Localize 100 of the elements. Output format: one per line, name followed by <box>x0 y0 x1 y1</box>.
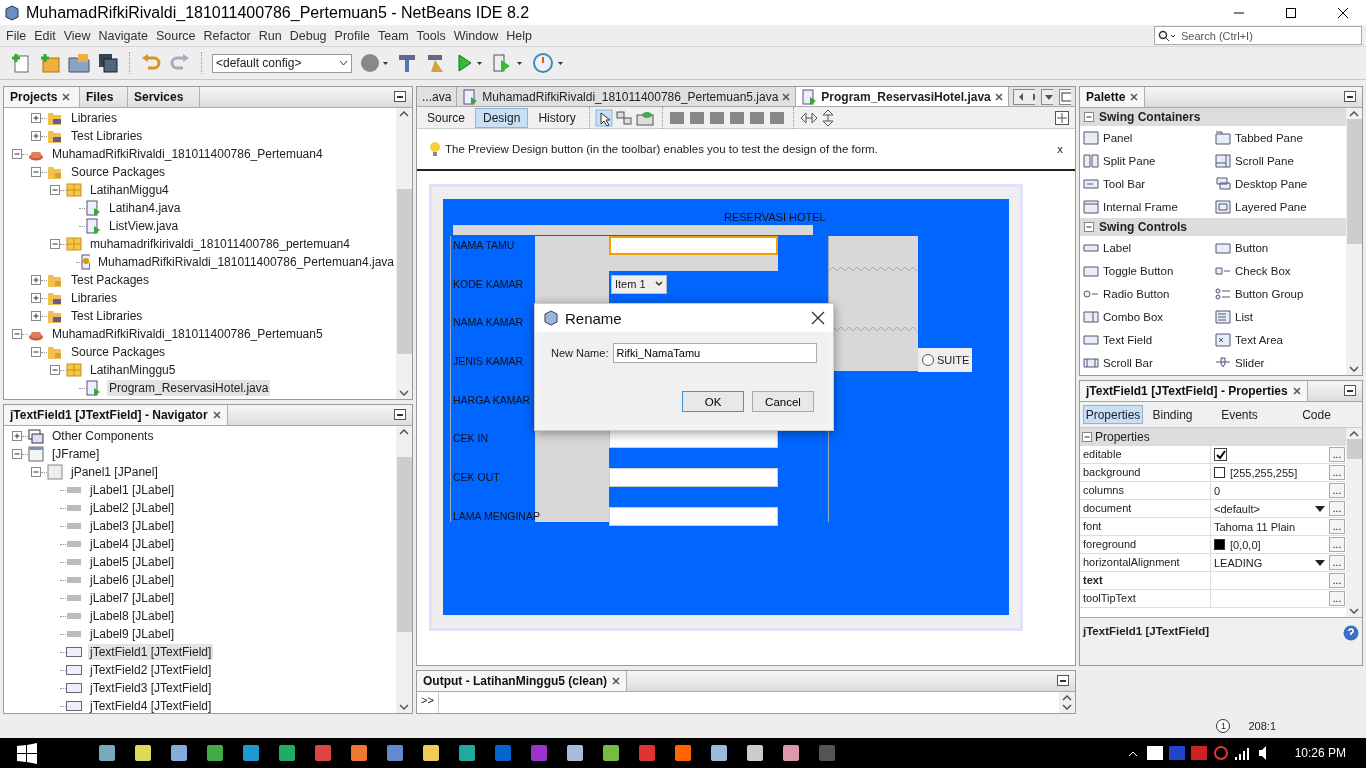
tree-item[interactable]: MuhamadRifkiRivaldi_181011400786_Pertemuan4 <box>50 146 325 162</box>
palette-item[interactable]: Label <box>1083 236 1215 259</box>
close-icon[interactable] <box>782 92 791 101</box>
collapse-icon[interactable] <box>12 449 22 459</box>
tree-item[interactable]: Test Libraries <box>69 308 145 324</box>
taskbar-app-icon[interactable] <box>98 744 116 762</box>
grid-icon[interactable] <box>1055 110 1069 125</box>
palette-item[interactable]: Layered Pane <box>1215 195 1345 218</box>
tree-item[interactable]: jLabel2 [JLabel] <box>88 500 177 516</box>
ellipsis-button[interactable]: ... <box>1329 573 1345 588</box>
tree-item[interactable]: LatihanMiggu4 <box>88 182 171 198</box>
tree-item[interactable]: jPanel1 [JPanel] <box>69 464 160 480</box>
expand-icon[interactable] <box>12 431 22 441</box>
hint-close[interactable]: x <box>1057 143 1063 155</box>
property-value[interactable]: <default> <box>1211 500 1328 517</box>
properties-tab[interactable]: Events <box>1202 405 1277 424</box>
tree-item[interactable]: Source Packages <box>69 164 168 180</box>
text-field[interactable] <box>609 236 778 255</box>
panel-tab[interactable]: Projects <box>4 87 80 107</box>
resize-vertical-icon[interactable] <box>820 108 835 127</box>
palette-item[interactable]: Text Field <box>1083 328 1215 351</box>
palette-item[interactable]: Tool Bar <box>1083 172 1215 195</box>
palette-item[interactable]: Button Group <box>1215 282 1345 305</box>
connection-mode-icon[interactable] <box>614 108 633 127</box>
panel-tab[interactable]: Files <box>80 87 128 107</box>
properties-tab[interactable]: Properties <box>1083 405 1143 424</box>
palette-item[interactable]: Toggle Button <box>1083 259 1215 282</box>
ellipsis-button[interactable]: ... <box>1329 501 1345 516</box>
taskbar-app-icon[interactable] <box>170 744 188 762</box>
palette-item[interactable]: Split Pane <box>1083 149 1215 172</box>
tree-item[interactable]: jLabel3 [JLabel] <box>88 518 177 534</box>
palette-item[interactable]: List <box>1215 305 1345 328</box>
view-tab[interactable]: Source <box>419 107 474 128</box>
taskbar-app-icon[interactable] <box>278 744 296 762</box>
tree-item[interactable]: jTextField4 [JTextField] <box>88 698 214 713</box>
tree-item[interactable]: Other Components <box>50 428 156 444</box>
help-icon[interactable] <box>1343 625 1359 641</box>
properties-tab[interactable]: Binding <box>1145 405 1200 424</box>
palette-item[interactable]: Button <box>1215 236 1345 259</box>
ellipsis-button[interactable]: ... <box>1329 555 1345 570</box>
minimize-icon[interactable] <box>394 91 406 102</box>
menu-item[interactable]: File <box>2 28 31 43</box>
tree-item[interactable]: Source Packages <box>69 344 168 360</box>
tab-scroll-icon[interactable] <box>1012 89 1036 105</box>
expand-icon[interactable] <box>31 275 41 285</box>
menu-item[interactable]: View <box>59 28 95 43</box>
tree-item[interactable]: jLabel5 [JLabel] <box>88 554 177 570</box>
profile-icon[interactable] <box>532 52 566 74</box>
scroll-bar[interactable] <box>1346 108 1362 375</box>
scroll-bar[interactable] <box>396 108 412 399</box>
menu-item[interactable]: Navigate <box>94 28 152 43</box>
minimize-icon[interactable] <box>1057 675 1069 686</box>
menu-item[interactable]: Profile <box>330 28 374 43</box>
menu-item[interactable]: Window <box>449 28 503 43</box>
view-tab[interactable]: History <box>530 107 584 128</box>
menu-item[interactable]: Tools <box>412 28 450 43</box>
save-all-icon[interactable] <box>97 52 119 74</box>
property-value[interactable]: [0,0,0] <box>1211 536 1328 553</box>
collapse-icon[interactable] <box>1082 432 1092 442</box>
collapse-icon[interactable] <box>12 329 22 339</box>
start-icon[interactable] <box>16 742 38 764</box>
palette-item[interactable]: Combo Box <box>1083 305 1215 328</box>
collapse-icon[interactable] <box>31 467 41 477</box>
expand-icon[interactable] <box>31 311 41 321</box>
tree-item[interactable]: jLabel7 [JLabel] <box>88 590 177 606</box>
expand-icon[interactable] <box>31 293 41 303</box>
expand-icon[interactable] <box>31 131 41 141</box>
property-value[interactable]: LEADING <box>1211 554 1328 571</box>
taskbar-app-icon[interactable] <box>458 744 476 762</box>
menu-item[interactable]: Help <box>502 28 536 43</box>
collapse-icon[interactable] <box>1084 222 1094 232</box>
property-value[interactable]: [255,255,255] <box>1211 464 1328 481</box>
tree-item[interactable]: jTextField2 [JTextField] <box>88 662 214 678</box>
taskbar-app-icon[interactable] <box>350 744 368 762</box>
tree-item[interactable]: muhamadrifkirivaldi_181011400786_pertemuan4 <box>88 236 352 252</box>
collapse-icon[interactable] <box>50 365 60 375</box>
close-icon[interactable] <box>1292 387 1301 395</box>
editor-tab[interactable]: ...ava <box>417 87 458 106</box>
output-prompt[interactable]: >> <box>417 692 439 713</box>
taskbar-app-icon[interactable] <box>746 744 764 762</box>
radio-button[interactable]: SUITE <box>918 348 972 372</box>
maximize-icon[interactable] <box>1059 89 1071 105</box>
taskbar-app-icon[interactable] <box>386 744 404 762</box>
close-icon[interactable] <box>212 411 221 419</box>
text-field[interactable] <box>609 468 778 488</box>
tree-item[interactable]: jLabel9 [JLabel] <box>88 626 177 642</box>
tree-item[interactable]: Test Libraries <box>69 128 145 144</box>
palette-item[interactable]: Scroll Pane <box>1215 149 1345 172</box>
search-field[interactable]: Search (Ctrl+I) <box>1154 26 1362 45</box>
tab-list-icon[interactable] <box>1041 89 1054 105</box>
tree-item[interactable]: Latihan4.java <box>107 200 183 216</box>
palette-section[interactable]: Swing Containers <box>1080 108 1346 126</box>
taskbar-app-icon[interactable] <box>566 744 584 762</box>
ellipsis-button[interactable]: ... <box>1329 519 1345 534</box>
close-icon[interactable] <box>994 92 1003 101</box>
minimize-icon[interactable] <box>1344 91 1356 102</box>
menu-item[interactable]: Refactor <box>199 28 255 43</box>
palette-item[interactable]: Desktop Pane <box>1215 172 1345 195</box>
text-field[interactable] <box>609 506 778 526</box>
palette-item[interactable]: Panel <box>1083 126 1215 149</box>
